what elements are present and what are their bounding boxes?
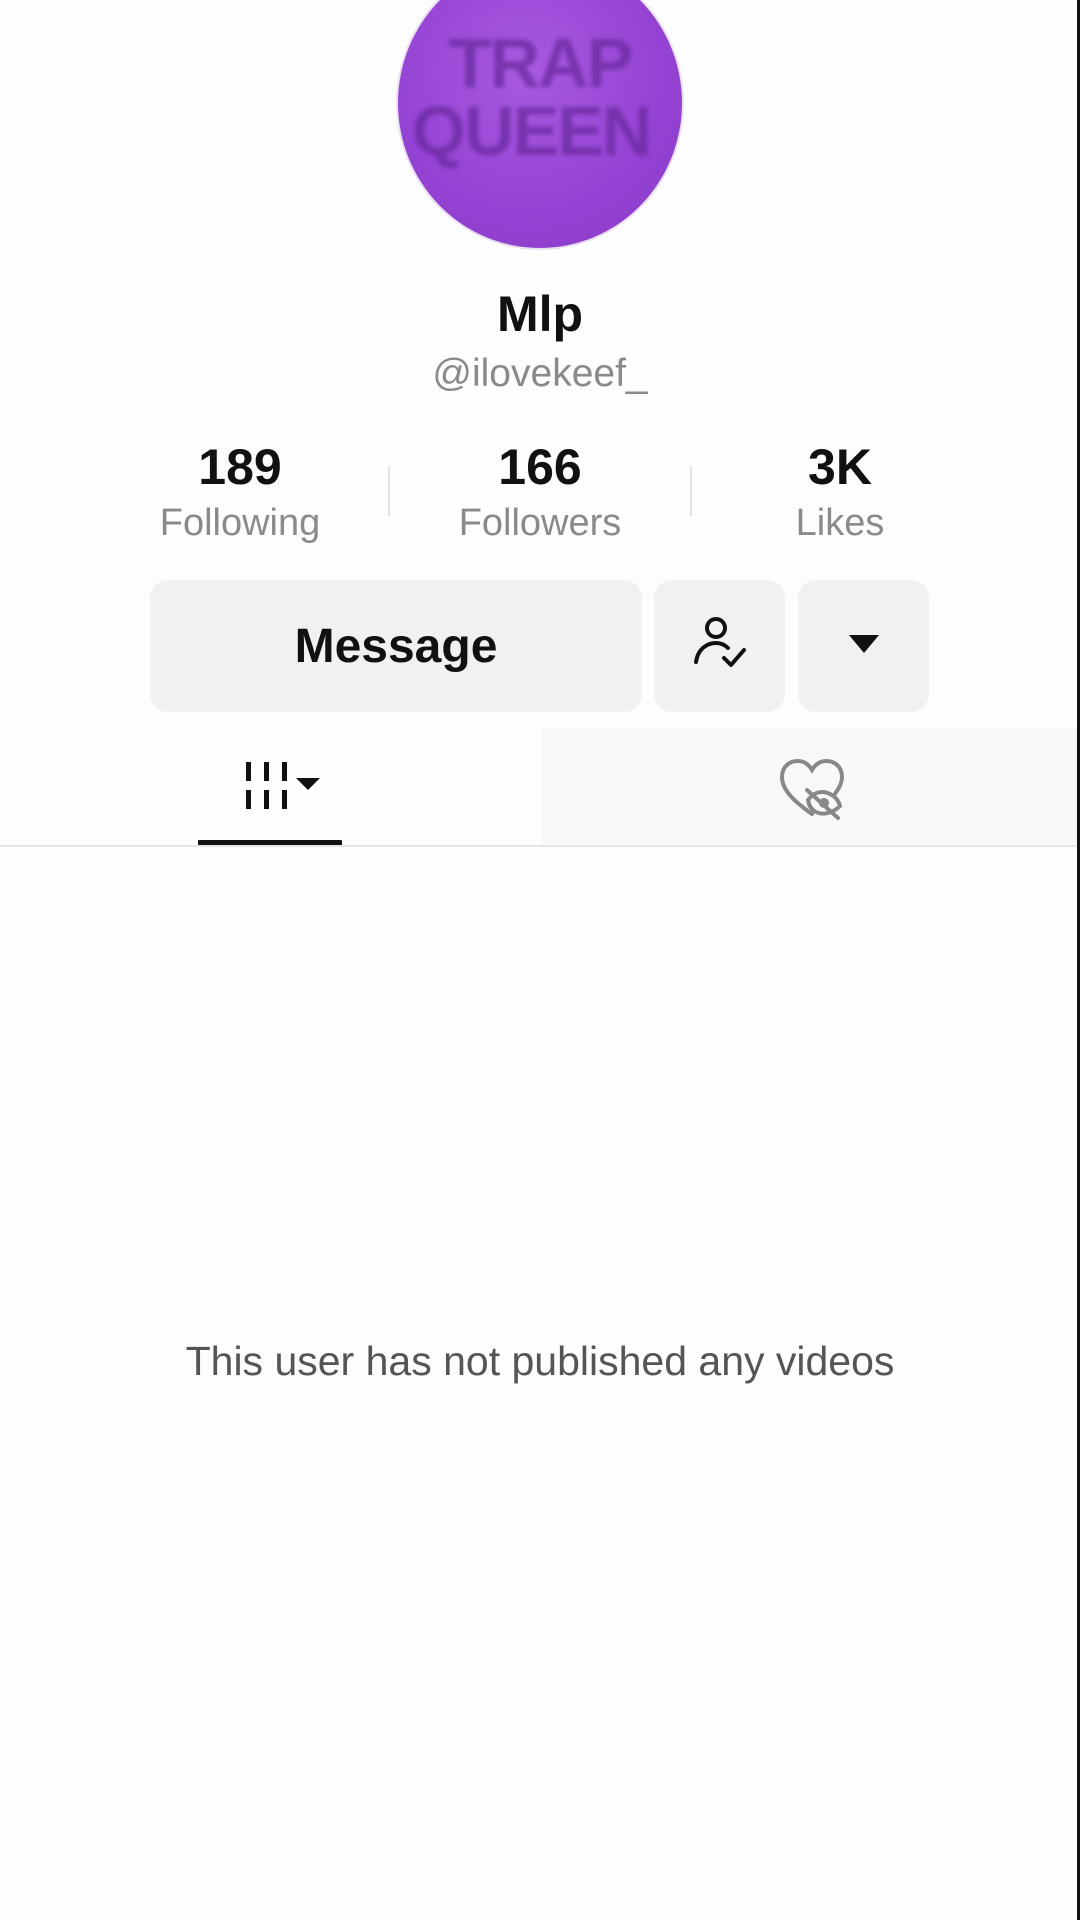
followers-label: Followers (458, 502, 622, 544)
avatar[interactable]: TRAP QUEEN (398, 0, 682, 248)
following-count: 189 (198, 439, 282, 495)
avatar-text-line2: QUEEN (411, 92, 653, 170)
stat-divider (690, 466, 692, 516)
caret-down-icon (846, 632, 882, 661)
tabs-divider (0, 845, 1077, 847)
more-options-button[interactable] (798, 580, 929, 712)
profile-screen: TRAP QUEEN Mlp @ilovekeef_ 189 Following… (0, 0, 1080, 1920)
tab-videos[interactable] (198, 740, 342, 840)
message-button[interactable]: Message (150, 580, 642, 712)
followed-button[interactable] (654, 580, 785, 712)
empty-videos-message: This user has not published any videos (185, 1338, 895, 1384)
heart-hidden-icon (774, 754, 850, 827)
likes-label: Likes (795, 502, 885, 544)
display-name: Mlp (496, 286, 584, 342)
following-label: Following (159, 502, 321, 544)
likes-count: 3K (808, 439, 872, 495)
video-grid-icon (220, 756, 320, 825)
stat-likes[interactable]: 3K Likes (720, 438, 960, 550)
tab-liked[interactable] (740, 740, 884, 840)
stat-following[interactable]: 189 Following (120, 438, 360, 550)
username: @ilovekeef_ (432, 352, 648, 395)
avatar-text-line1: TRAP (448, 24, 634, 102)
followers-count: 166 (498, 439, 582, 495)
stat-divider (388, 466, 390, 516)
stat-followers[interactable]: 166 Followers (420, 438, 660, 550)
user-check-icon (688, 612, 752, 681)
